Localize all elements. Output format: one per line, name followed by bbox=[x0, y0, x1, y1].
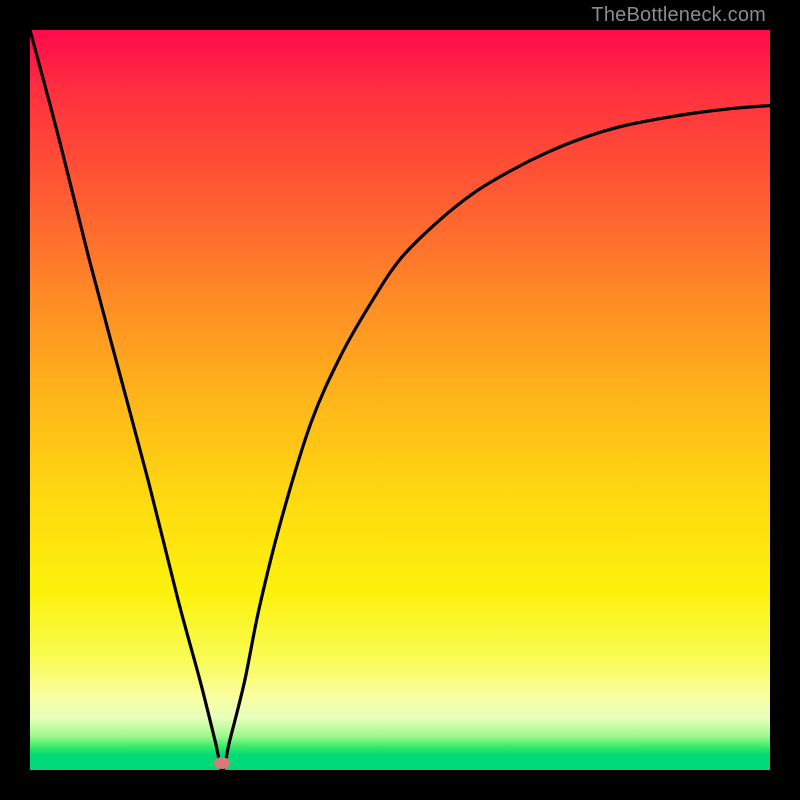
watermark-text: TheBottleneck.com bbox=[591, 4, 766, 27]
minimum-marker bbox=[214, 757, 230, 769]
plot-area bbox=[30, 30, 770, 770]
chart-frame: TheBottleneck.com bbox=[0, 0, 800, 800]
bottleneck-curve bbox=[30, 30, 770, 770]
